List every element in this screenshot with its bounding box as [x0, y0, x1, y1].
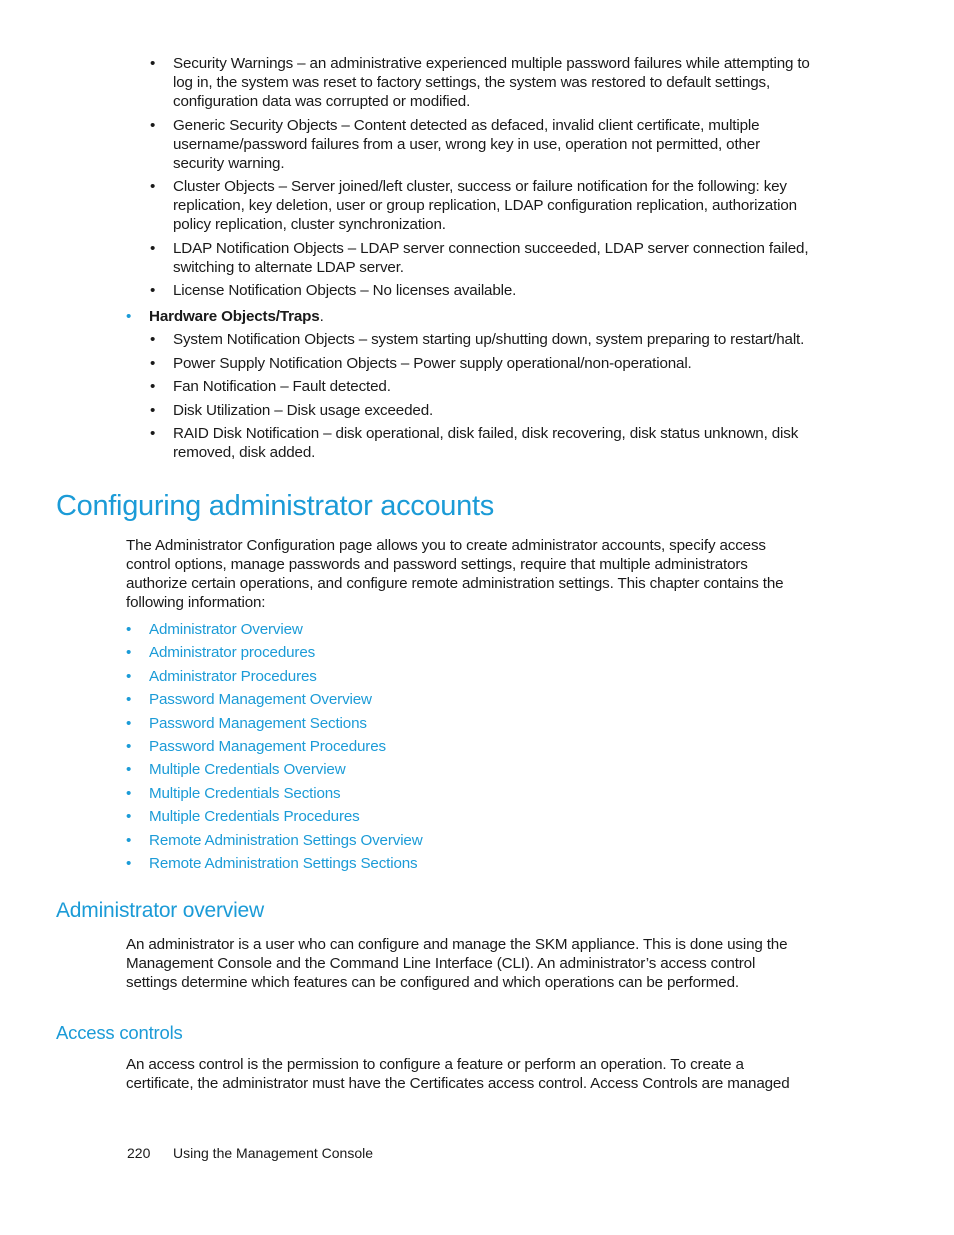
bullet-icon: • — [126, 691, 132, 709]
link-administrator-procedures[interactable]: Administrator procedures — [149, 644, 315, 661]
link-password-management-overview[interactable]: Password Management Overview — [149, 691, 372, 708]
list-item: • Remote Administration Settings Overview — [126, 831, 423, 854]
bullet-icon: • — [150, 116, 156, 134]
link-multiple-credentials-sections[interactable]: Multiple Credentials Sections — [149, 785, 341, 802]
bullet-icon: • — [150, 55, 156, 72]
bullet-icon: • — [126, 621, 132, 638]
link-administrator-procedures-2[interactable]: Administrator Procedures — [149, 668, 317, 685]
bullet-icon: • — [150, 331, 156, 348]
bullet-icon: • — [150, 354, 156, 372]
list-item: • Administrator Procedures — [126, 667, 423, 690]
list-item: • System Notification Objects – system st… — [150, 331, 805, 348]
list-item: • Generic Security Objects – Content dete… — [150, 116, 761, 172]
link-administrator-overview[interactable]: Administrator Overview — [149, 621, 303, 638]
link-password-management-procedures[interactable]: Password Management Procedures — [149, 738, 386, 755]
chapter-links-list: • Administrator Overview • Administrator p… — [126, 620, 423, 877]
list-item: • LDAP Notification Objects – LDAP server… — [150, 239, 809, 276]
list-item: • Remote Administration Settings Sections — [126, 854, 423, 877]
list-item: • Password Management Procedures — [126, 737, 423, 760]
link-multiple-credentials-overview[interactable]: Multiple Credentials Overview — [149, 761, 346, 778]
administrator-overview-body: An administrator is a user who can confi… — [126, 936, 788, 991]
chapter-title: Using the Management Console — [173, 1145, 374, 1161]
bullet-icon: • — [150, 425, 156, 442]
bullet-icon: • — [150, 401, 156, 419]
bullet-icon: • — [126, 308, 132, 325]
bullet-icon: • — [126, 808, 132, 826]
security-objects-list: • Security Warnings – an administrative e… — [150, 54, 810, 305]
list-item: • Security Warnings – an administrative e… — [150, 55, 810, 110]
bullet-icon: • — [126, 667, 132, 685]
bullet-icon: • — [126, 761, 132, 779]
list-item: • Administrator Overview — [126, 620, 423, 643]
bullet-icon: • — [150, 378, 156, 395]
list-item: • Password Management Sections — [126, 714, 423, 737]
link-multiple-credentials-procedures[interactable]: Multiple Credentials Procedures — [149, 808, 360, 825]
list-item: • Cluster Objects – Server joined/left cl… — [150, 178, 797, 233]
administrator-overview-heading: Administrator overview — [56, 899, 264, 922]
list-item: • Power Supply Notification Objects – Pow… — [150, 354, 692, 372]
bullet-icon: • — [126, 784, 132, 802]
hardware-objects-label: Hardware Objects/Traps — [149, 308, 320, 325]
list-item: • Multiple Credentials Procedures — [126, 807, 423, 830]
access-controls-heading: Access controls — [56, 1022, 183, 1043]
hardware-objects-list: • System Notification Objects – system st… — [150, 330, 810, 467]
list-item: • Multiple Credentials Overview — [126, 760, 423, 783]
document-page: • Security Warnings – an administrative e… — [56, 54, 810, 1161]
bullet-icon: • — [150, 178, 156, 195]
bullet-icon: • — [126, 854, 132, 872]
link-remote-administration-settings-overview[interactable]: Remote Administration Settings Overview — [149, 832, 423, 849]
bullet-icon: • — [150, 239, 156, 257]
bullet-icon: • — [126, 831, 132, 849]
list-item: • License Notification Objects – No licen… — [150, 282, 517, 299]
section-intro: The Administrator Configuration page all… — [126, 537, 784, 611]
access-controls-body: An access control is the permission to c… — [126, 1056, 790, 1092]
page-footer: 220 Using the Management Console — [127, 1145, 373, 1161]
bullet-icon: • — [150, 282, 156, 299]
list-item: • Multiple Credentials Sections — [126, 784, 423, 807]
bullet-icon: • — [126, 714, 132, 732]
bullet-icon: • — [126, 737, 132, 755]
bullet-icon: • — [126, 644, 132, 662]
list-item: • Disk Utilization – Disk usage exceeded. — [150, 401, 434, 419]
list-item: • Fan Notification – Fault detected. — [150, 378, 391, 395]
link-password-management-sections[interactable]: Password Management Sections — [149, 715, 367, 732]
list-item: • RAID Disk Notification – disk operation… — [150, 425, 799, 461]
section-title: Configuring administrator accounts — [56, 490, 494, 522]
link-remote-administration-settings-sections[interactable]: Remote Administration Settings Sections — [149, 855, 418, 872]
page-number: 220 — [127, 1145, 151, 1161]
list-item: • Password Management Overview — [126, 690, 423, 713]
list-item: • Administrator procedures — [126, 643, 423, 666]
